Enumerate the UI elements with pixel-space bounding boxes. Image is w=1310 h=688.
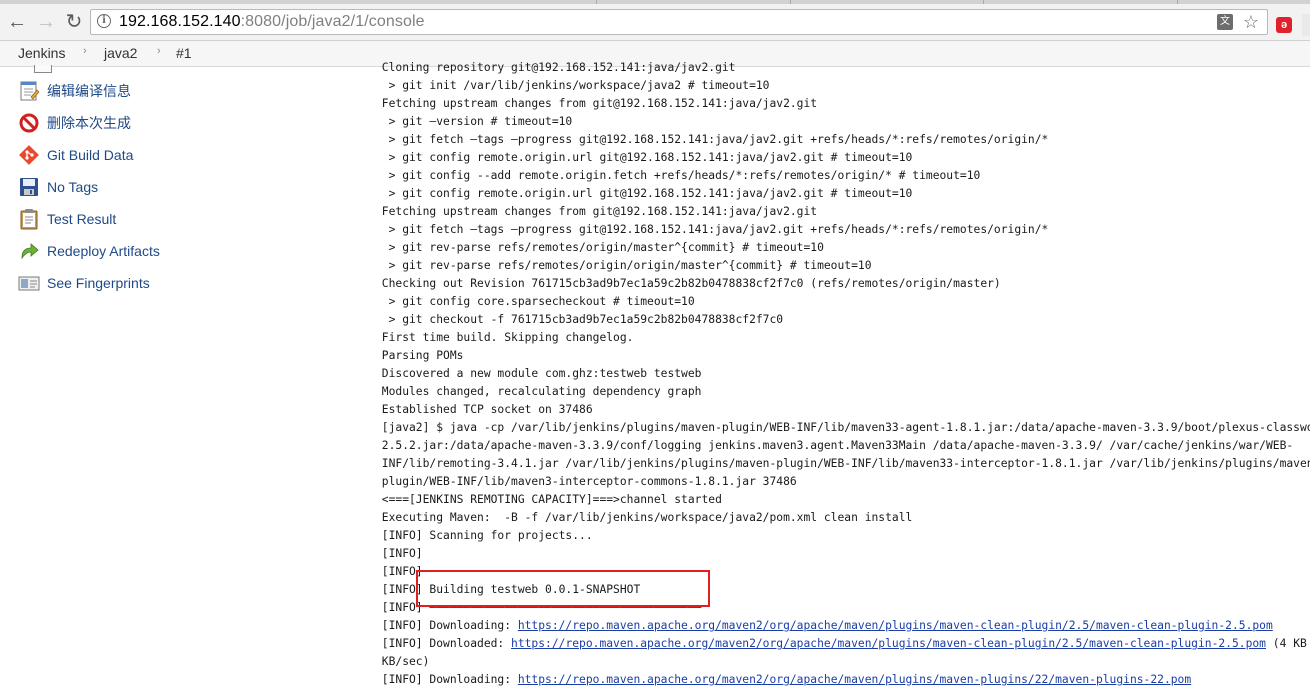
translate-icon[interactable]: 文: [1217, 14, 1233, 30]
console-line: Fetching upstream changes from git@192.1…: [381, 97, 818, 110]
site-info-icon[interactable]: i: [97, 14, 111, 28]
url-text: 192.168.152.140:8080/job/java2/1/console: [119, 13, 425, 31]
sidebar-item-label[interactable]: No Tags: [47, 179, 98, 195]
console-line: [INFO]: [381, 547, 423, 560]
browser-toolbar: ← → ↻ i 192.168.152.140:8080/job/java2/1…: [0, 4, 1310, 41]
sidebar-item-label[interactable]: Redeploy Artifacts: [47, 243, 160, 259]
url-host: 192.168.152.140: [119, 13, 241, 30]
console-download-line: [INFO] Downloading: https://repo.maven.a…: [375, 673, 1191, 686]
console-line: > git config core.sparsecheckout # timeo…: [388, 295, 695, 308]
download-link[interactable]: https://repo.maven.apache.org/maven2/org…: [518, 619, 1273, 632]
sidebar-item-label[interactable]: Git Build Data: [47, 147, 133, 163]
console-line: > git config --add remote.origin.fetch +…: [388, 169, 981, 182]
console-line: Cloning repository git@192.168.152.141:j…: [381, 61, 736, 74]
download-suffix: (4 KB at 1.4: [1272, 637, 1307, 650]
download-prefix: KB/sec): [375, 655, 430, 668]
sidebar-item-label[interactable]: Test Result: [47, 211, 116, 227]
arrow-right-icon: →: [36, 11, 56, 33]
console-line: Parsing POMs: [381, 349, 464, 362]
download-prefix: [INFO] Downloading:: [375, 673, 518, 686]
sidebar-item-redeploy-artifacts[interactable]: Redeploy Artifacts: [18, 239, 160, 263]
console-line: > git fetch —tags —progress git@192.168.…: [388, 133, 1049, 146]
reload-icon: ↻: [65, 11, 83, 33]
console-download-line: KB/sec): [375, 655, 430, 668]
download-prefix: [INFO] Downloading:: [375, 619, 518, 632]
console-line: > git config remote.origin.url git@192.1…: [388, 187, 913, 200]
console-line: Checking out Revision 761715cb3ad9b7ec1a…: [381, 277, 1001, 290]
redeploy-arrow-icon: [18, 240, 40, 262]
console-line: Fetching upstream changes from git@192.1…: [381, 205, 818, 218]
sidebar-item-test-result[interactable]: Test Result: [18, 207, 116, 231]
console-line: > git rev-parse refs/remotes/origin/mast…: [388, 241, 824, 254]
console-line: > git rev-parse refs/remotes/origin/orig…: [388, 259, 872, 272]
download-link[interactable]: https://repo.maven.apache.org/maven2/org…: [511, 637, 1266, 650]
sidebar-tasks: 编辑编译信息 删除本次生成 Git Build Data No Tags Tes…: [0, 65, 330, 688]
no-entry-icon: [18, 112, 40, 134]
document-icon: [34, 65, 52, 73]
clipboard-icon: [18, 208, 40, 230]
sidebar-item-git-build-data[interactable]: Git Build Data: [18, 143, 133, 167]
notepad-icon: [18, 80, 40, 102]
arrow-left-icon: ←: [7, 11, 27, 33]
console-line: > git init /var/lib/jenkins/workspace/ja…: [388, 79, 770, 92]
address-bar[interactable]: i 192.168.152.140:8080/job/java2/1/conso…: [90, 9, 1268, 35]
breadcrumb-jenkins[interactable]: Jenkins: [18, 45, 65, 61]
console-line: [java2] $ java -cp /var/lib/jenkins/plug…: [381, 421, 1310, 434]
sidebar-item-edit-build-info[interactable]: 编辑编译信息: [18, 79, 131, 103]
fingerprint-icon: [18, 272, 40, 294]
reload-button[interactable]: ↻: [62, 10, 86, 34]
console-download-line: [INFO] Downloaded: https://repo.maven.ap…: [375, 637, 1310, 650]
console-line: Established TCP socket on 37486: [381, 403, 593, 416]
console-line: Modules changed, recalculating dependenc…: [381, 385, 702, 398]
console-line: plugin/WEB-INF/lib/maven3-interceptor-co…: [381, 475, 797, 488]
console-line: <===[JENKINS REMOTING CAPACITY]===>chann…: [381, 493, 722, 506]
breadcrumb-build-number[interactable]: #1: [176, 45, 192, 61]
console-line: Executing Maven: -B -f /var/lib/jenkins/…: [381, 511, 913, 524]
download-prefix: [INFO] Downloaded:: [375, 637, 512, 650]
console-line: > git config remote.origin.url git@192.1…: [388, 151, 913, 164]
chevron-right-icon[interactable]: ›: [157, 45, 161, 57]
sidebar-item-no-tags[interactable]: No Tags: [18, 175, 98, 199]
console-line: > git —version # timeout=10: [388, 115, 573, 128]
console-line: > git fetch —tags —progress git@192.168.…: [388, 223, 1049, 236]
sidebar-item-see-fingerprints[interactable]: See Fingerprints: [18, 271, 150, 295]
console-download-line: [INFO] Downloading: https://repo.maven.a…: [375, 619, 1273, 632]
sidebar-item-label[interactable]: 删除本次生成: [47, 113, 131, 133]
browser-menu-edge[interactable]: [1302, 14, 1310, 36]
console-line: Discovered a new module com.ghz:testweb …: [381, 367, 702, 380]
console-line: INF/lib/remoting-3.4.1.jar /var/lib/jenk…: [381, 457, 1310, 470]
console-line: First time build. Skipping changelog.: [381, 331, 634, 344]
forward-button[interactable]: →: [34, 10, 58, 34]
sidebar-item-label[interactable]: 编辑编译信息: [47, 81, 131, 101]
bookmark-star-icon[interactable]: ☆: [1243, 11, 1259, 33]
download-link[interactable]: https://repo.maven.apache.org/maven2/org…: [518, 673, 1191, 686]
sidebar-item-label[interactable]: See Fingerprints: [47, 275, 150, 291]
url-path: :8080/job/java2/1/console: [240, 13, 425, 30]
extension-icon[interactable]: ə: [1276, 17, 1292, 33]
floppy-disk-icon: [18, 176, 40, 198]
git-icon: [18, 144, 40, 166]
sidebar-item-delete-build[interactable]: 删除本次生成: [18, 111, 131, 135]
console-line: 2.5.2.jar:/data/apache-maven-3.3.9/conf/…: [381, 439, 1294, 452]
chevron-right-icon[interactable]: ›: [83, 45, 87, 57]
breadcrumb-java2[interactable]: java2: [104, 45, 137, 61]
back-button[interactable]: ←: [5, 10, 29, 34]
console-line: > git checkout -f 761715cb3ad9b7ec1a59c2…: [388, 313, 784, 326]
console-line: [INFO] Scanning for projects...: [381, 529, 593, 542]
annotation-highlight-box: [416, 570, 710, 607]
